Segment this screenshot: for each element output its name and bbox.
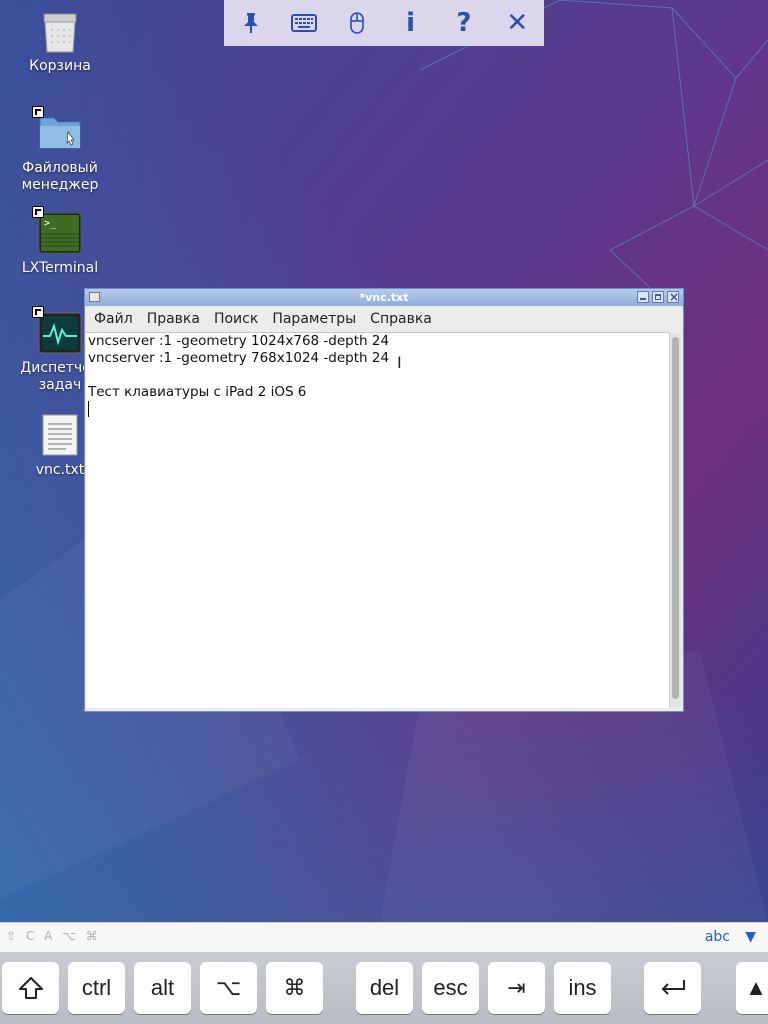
up-arrow-key[interactable]: ▲ [736, 962, 768, 1014]
extra-keys-row: ctrl alt ⌥ ⌘ del esc ⇥ ins ▲ [0, 952, 768, 1024]
desktop-icon-lxterminal[interactable]: >_ LXTerminal [0, 206, 120, 277]
text-editor-window: *vnc.txt Файл Правка Поиск Параметры Спр… [84, 288, 684, 712]
desktop-icon-label: Корзина [29, 58, 91, 74]
maximize-button[interactable] [652, 291, 664, 303]
close-window-button[interactable] [667, 291, 679, 303]
shortcut-arrow-icon [32, 206, 44, 218]
mouse-icon[interactable] [337, 3, 377, 43]
text-line: vncserver :1 -geometry 768x1024 -depth 2… [88, 350, 390, 366]
ctrl-key[interactable]: ctrl [68, 962, 125, 1014]
window-title: *vnc.txt [359, 291, 409, 304]
desktop-icon-label: LXTerminal [21, 260, 99, 276]
close-icon[interactable]: ✕ [497, 3, 537, 43]
text-line: vncserver :1 -geometry 1024x768 -depth 2… [88, 333, 390, 349]
desktop-icon-label: Файловый менеджер [21, 160, 99, 193]
option-key[interactable]: ⌥ [200, 962, 257, 1014]
shortcut-arrow-icon [32, 306, 44, 318]
trash-icon [38, 10, 82, 54]
terminal-icon: >_ [32, 206, 82, 256]
help-icon[interactable]: ? [444, 3, 484, 43]
shift-key[interactable] [2, 962, 59, 1014]
desktop-icon-file-manager[interactable]: Файловый менеджер [0, 106, 120, 194]
text-caret [88, 401, 89, 417]
shortcut-arrow-icon [32, 106, 44, 118]
menu-file[interactable]: Файл [87, 311, 140, 327]
minimize-button[interactable] [637, 291, 649, 303]
keyboard-icon[interactable] [284, 3, 324, 43]
escape-key[interactable]: esc [422, 962, 479, 1014]
text-line: Тест клавиатуры с iPad 2 iOS 6 [88, 384, 307, 400]
info-icon[interactable]: i [391, 3, 431, 43]
menu-bar: Файл Правка Поиск Параметры Справка [85, 306, 683, 331]
text-file-icon [38, 414, 82, 458]
tab-key[interactable]: ⇥ [488, 962, 545, 1014]
menu-options[interactable]: Параметры [265, 311, 363, 327]
vnc-toolbar: i ? ✕ [224, 0, 544, 46]
hide-keyboard-icon[interactable]: ▼ [745, 929, 756, 945]
alt-key[interactable]: alt [134, 962, 191, 1014]
keyboard-accessory-bar: ⇧ C A ⌥ ⌘ abc ▼ [0, 922, 768, 953]
insert-key[interactable]: ins [554, 962, 611, 1014]
keyboard-mode-toggle[interactable]: abc [705, 929, 730, 945]
desktop-icon-trash[interactable]: Корзина [0, 10, 120, 75]
text-line-caret [86, 401, 669, 418]
return-key[interactable] [644, 962, 701, 1014]
svg-text:>_: >_ [44, 218, 57, 229]
window-titlebar[interactable]: *vnc.txt [85, 289, 683, 306]
modifier-status: ⇧ C A ⌥ ⌘ [6, 929, 101, 943]
command-key[interactable]: ⌘ [266, 962, 323, 1014]
pin-icon[interactable] [231, 3, 271, 43]
text-area[interactable]: vncserver :1 -geometry 1024x768 -depth 2… [86, 332, 669, 708]
menu-search[interactable]: Поиск [207, 311, 265, 327]
system-monitor-icon [32, 306, 82, 356]
vertical-scrollbar[interactable] [669, 333, 681, 707]
i-beam-cursor-icon: Ι [397, 353, 402, 372]
menu-help[interactable]: Справка [363, 311, 439, 327]
delete-key[interactable]: del [356, 962, 413, 1014]
text-line [86, 367, 669, 384]
folder-icon [32, 106, 82, 156]
menu-edit[interactable]: Правка [140, 311, 207, 327]
scrollbar-thumb[interactable] [672, 337, 679, 699]
